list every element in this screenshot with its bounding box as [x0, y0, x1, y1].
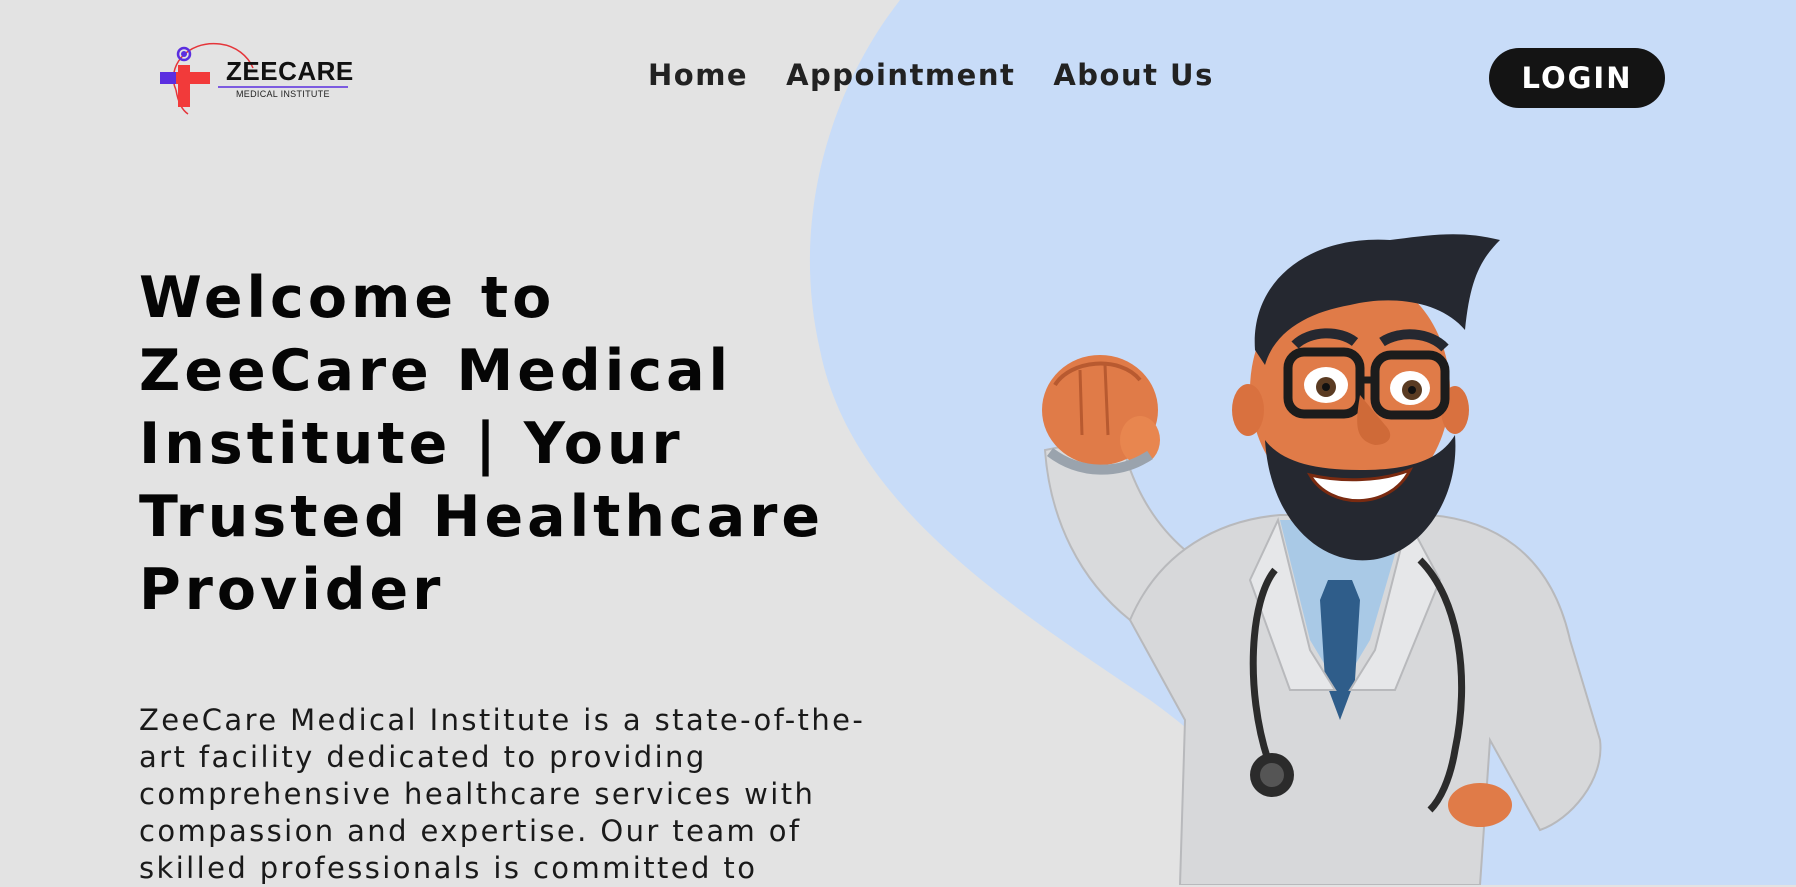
nav-about-us[interactable]: About Us [1053, 58, 1214, 92]
doctor-illustration [1042, 234, 1602, 885]
nav-home[interactable]: Home [648, 58, 748, 92]
site-header: ZEECARE MEDICAL INSTITUTE Home Appointme… [0, 0, 1796, 160]
main-nav: Home Appointment About Us [648, 58, 1214, 92]
login-button[interactable]: LOGIN [1489, 48, 1665, 108]
brand-name: ZEECARE [226, 56, 354, 86]
hero-description: ZeeCare Medical Institute is a state-of-… [139, 703, 866, 885]
brand-logo[interactable]: ZEECARE MEDICAL INSTITUTE [158, 38, 353, 120]
hero-title: Welcome to ZeeCare Medical Institute | Y… [139, 265, 825, 623]
nav-appointment[interactable]: Appointment [786, 58, 1015, 92]
brand-subtitle: MEDICAL INSTITUTE [236, 89, 330, 99]
